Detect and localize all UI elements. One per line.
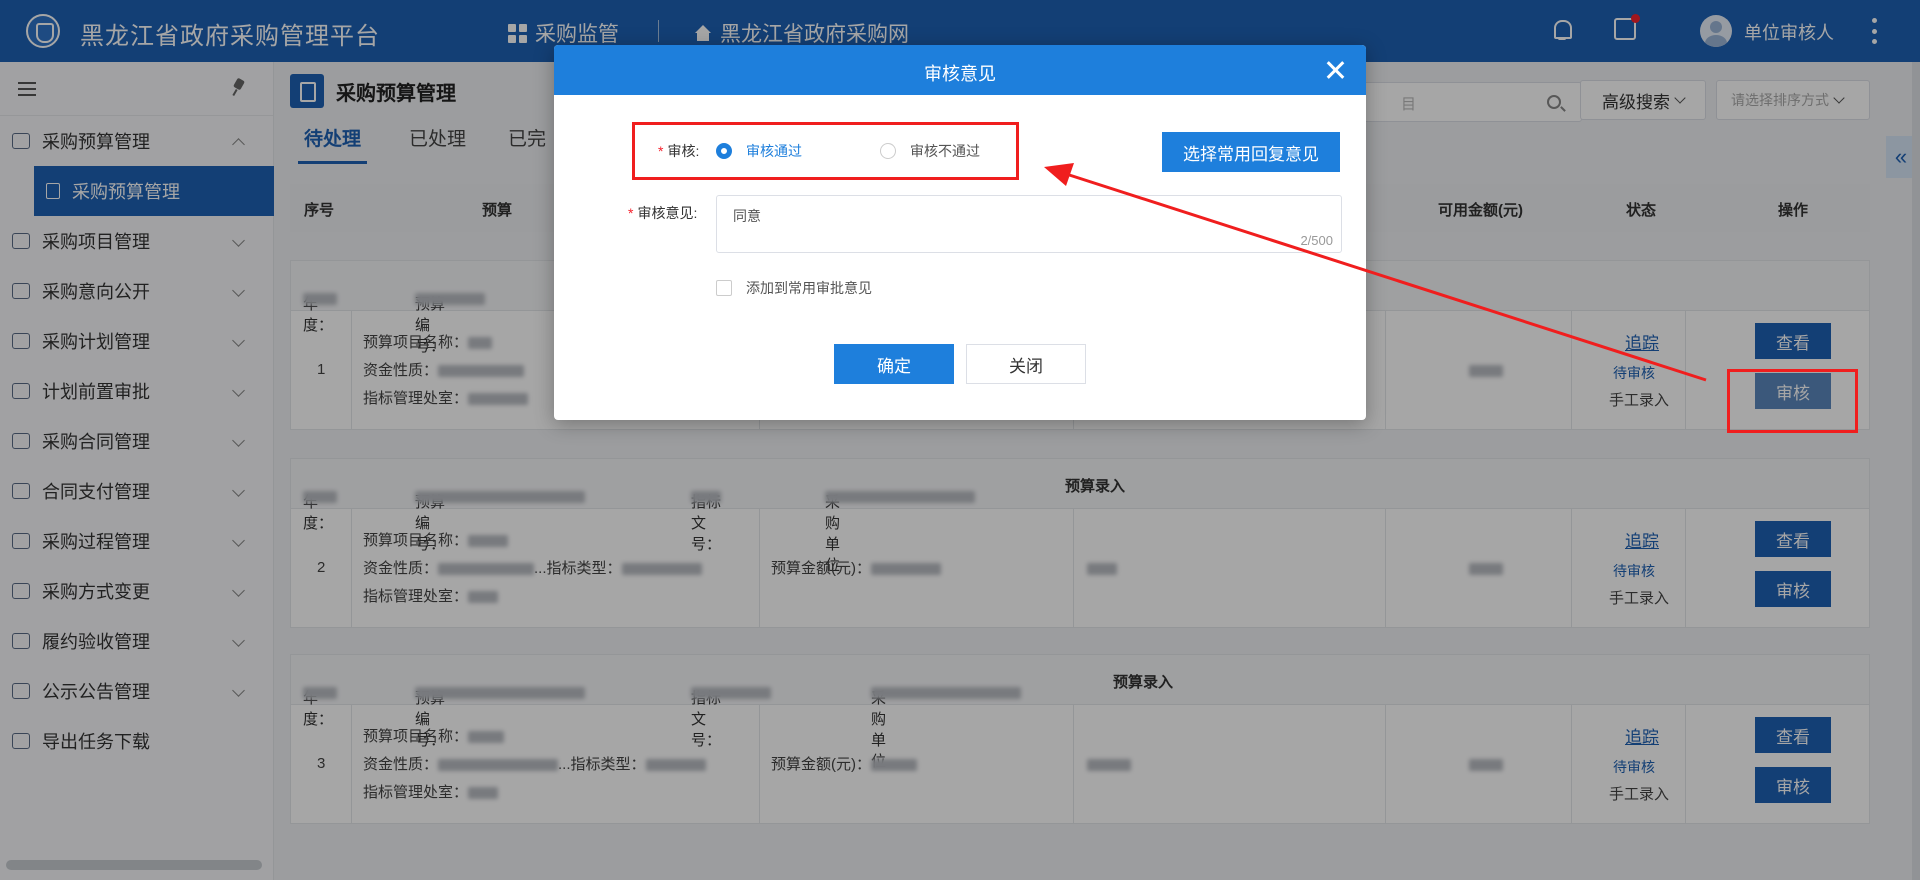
dialog-title: 审核意见: [924, 64, 996, 84]
close-button[interactable]: 关闭: [966, 344, 1086, 384]
close-icon[interactable]: [1326, 61, 1344, 79]
highlight-audit-button: [1727, 369, 1858, 433]
select-common-reply-button[interactable]: 选择常用回复意见: [1162, 132, 1340, 172]
audit-opinion-dialog: 审核意见 * 审核: 审核通过 审核不通过 选择常用回复意见 * 审核意见: 同意 …: [554, 45, 1366, 420]
opinion-label: 审核意见:: [637, 205, 698, 221]
opinion-value: 同意: [733, 208, 761, 224]
add-common-checkbox[interactable]: 添加到常用审批意见: [716, 278, 872, 298]
dialog-header: 审核意见: [554, 45, 1366, 95]
highlight-audit-options: [632, 122, 1019, 180]
opinion-textarea[interactable]: 同意 2/500: [716, 195, 1342, 253]
char-counter: 2/500: [1300, 233, 1333, 248]
opinion-label-wrap: * 审核意见:: [628, 205, 698, 221]
checkbox-label: 添加到常用审批意见: [746, 280, 872, 296]
confirm-button[interactable]: 确定: [834, 344, 954, 384]
checkbox-icon: [716, 280, 732, 296]
